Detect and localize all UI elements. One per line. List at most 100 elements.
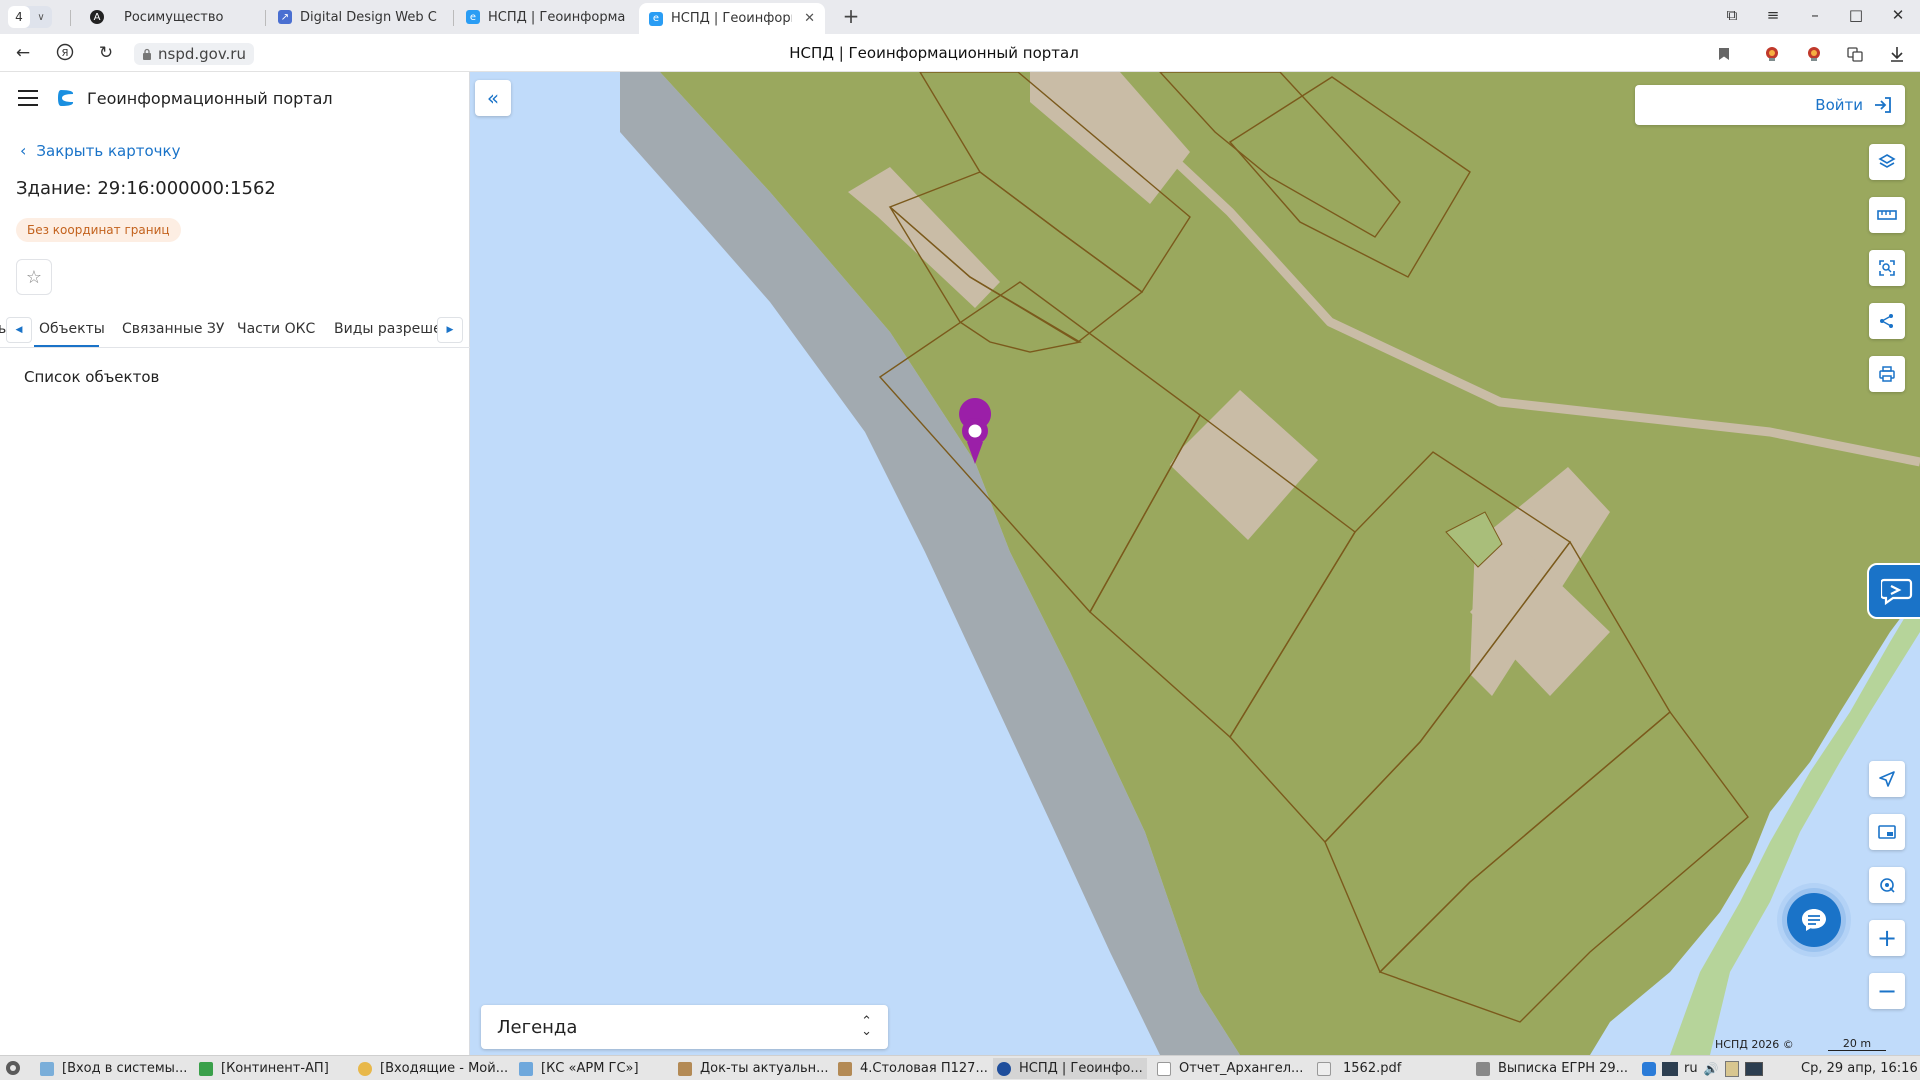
taskbar-label: 1562.pdf (1343, 1061, 1402, 1076)
pdf-icon (1317, 1061, 1331, 1076)
tab-oks-parts[interactable]: Части ОКС (237, 321, 315, 337)
display-icon[interactable] (1744, 1061, 1763, 1076)
locate-icon (1880, 878, 1895, 893)
taskbar-item[interactable]: [Континент-АП] (195, 1058, 333, 1079)
network-tray-icon[interactable] (1662, 1061, 1678, 1076)
browser-tab-digital-design[interactable]: ↗ Digital Design Web Clie (268, 3, 448, 31)
nspd-logo-icon: e (466, 10, 480, 24)
hamburger-menu-icon[interactable] (18, 90, 38, 106)
taskbar-label: [Континент-АП] (221, 1061, 329, 1076)
app-icon (519, 1061, 533, 1076)
tab-title: НСПД | Геоинформаци (488, 9, 626, 25)
tab-scroll-right-icon[interactable]: ▶ (437, 317, 463, 343)
feedback-icon (1881, 578, 1913, 606)
help-button[interactable] (1867, 563, 1920, 619)
close-card-link[interactable]: ‹ Закрыть карточку (20, 141, 180, 160)
layers-icon (1878, 154, 1896, 168)
close-window-icon[interactable]: ✕ (1886, 6, 1910, 24)
app-icon (199, 1061, 213, 1076)
zoom-in-button[interactable]: + (1869, 920, 1905, 956)
folder-icon (678, 1061, 692, 1076)
chat-icon (1802, 909, 1826, 931)
minimap-button[interactable] (1869, 814, 1905, 850)
taskbar-item[interactable]: Выписка ЕГРН 29... (1472, 1058, 1632, 1079)
chat-button[interactable] (1787, 893, 1841, 947)
language-indicator[interactable]: ru (1684, 1061, 1698, 1076)
portal-title: Геоинформационный портал (87, 89, 333, 108)
tab-separator (70, 10, 71, 26)
tab-count: 4 (8, 6, 30, 28)
area-select-button[interactable] (1869, 250, 1905, 286)
picture-in-picture-icon (1878, 825, 1896, 839)
taskbar-item[interactable]: [КС «АРМ ГС»] (515, 1058, 643, 1079)
taskbar-item-active[interactable]: НСПД | Геоинфо... (993, 1058, 1147, 1079)
taskbar-label: 4.Столовая П127... (860, 1061, 988, 1076)
ruler-icon (1877, 210, 1897, 220)
tab-counter[interactable]: 4 ∨ (8, 6, 52, 28)
tab-title: Росимущество (124, 9, 224, 25)
taskbar-label: [Входящие - Мой... (380, 1061, 509, 1076)
taskbar-item[interactable]: Отчет_Архангел... (1153, 1058, 1307, 1079)
taskbar-label: Выписка ЕГРН 29... (1498, 1061, 1629, 1076)
login-icon (1875, 97, 1891, 113)
browser-icon (997, 1061, 1011, 1076)
legend-label: Легенда (497, 1016, 578, 1038)
extension-icon[interactable] (1760, 42, 1784, 66)
app-icon (40, 1061, 54, 1076)
download-icon[interactable] (1885, 42, 1909, 66)
map-canvas[interactable]: « Войти + − Легенда ⌃ ⌄ НСПД 2026 © 20 m (470, 72, 1920, 1055)
volume-icon[interactable]: 🔊 (1704, 1062, 1719, 1076)
chevron-left-icon: ‹ (20, 141, 27, 160)
app-icon (1476, 1061, 1490, 1076)
browser-tab-strip: 4 ∨ A Росимущество ↗ Digital Design Web … (0, 0, 1920, 34)
tab-title: Digital Design Web Clie (300, 9, 438, 25)
new-tab-button[interactable]: + (838, 4, 864, 30)
translate-icon[interactable] (1843, 42, 1867, 66)
bookmark-icon[interactable] (1712, 42, 1736, 66)
taskbar-item[interactable]: [Вход в системы... (36, 1058, 191, 1079)
taskbar-label: [КС «АРМ ГС»] (541, 1061, 639, 1076)
collapse-panel-button[interactable]: « (475, 80, 511, 116)
clock[interactable]: Ср, 29 апр, 16:16 (1801, 1058, 1918, 1079)
taskbar-item[interactable]: 4.Столовая П127... (834, 1058, 992, 1079)
browser-tab-rosimushchestvo[interactable]: A Росимущество (80, 3, 260, 31)
login-button[interactable]: Войти (1635, 85, 1905, 125)
close-card-label: Закрыть карточку (36, 141, 181, 160)
navigate-button[interactable] (1869, 761, 1905, 797)
share-icon (1880, 314, 1893, 328)
collections-icon[interactable]: ⧉ (1720, 6, 1744, 24)
land-area (620, 72, 1920, 1055)
extension-icon[interactable] (1802, 42, 1826, 66)
browser-tab-nspd-active[interactable]: e НСПД | Геоинформа ✕ (639, 3, 825, 34)
shield-logo-icon: A (90, 10, 104, 24)
taskbar-item[interactable]: [Входящие - Мой... (354, 1058, 512, 1079)
chevron-down-icon[interactable]: ∨ (30, 12, 52, 23)
zoom-out-button[interactable]: − (1869, 973, 1905, 1009)
taskbar-item[interactable]: 1562.pdf (1313, 1058, 1405, 1079)
close-tab-icon[interactable]: ✕ (804, 11, 815, 26)
maximize-icon[interactable]: □ (1844, 6, 1868, 24)
browser-tab-nspd-1[interactable]: e НСПД | Геоинформаци (456, 3, 636, 31)
taskbar-label: Док-ты актуальн... (700, 1061, 829, 1076)
legend-panel[interactable]: Легенда ⌃ ⌄ (481, 1005, 888, 1049)
object-title: Здание: 29:16:000000:1562 (16, 178, 276, 199)
minimize-icon[interactable]: – (1803, 6, 1827, 24)
layers-button[interactable] (1869, 144, 1905, 180)
print-button[interactable] (1869, 356, 1905, 392)
favorite-star-button[interactable]: ☆ (16, 259, 52, 295)
taskbar-item[interactable]: Док-ты актуальн... (674, 1058, 833, 1079)
tab-related-land[interactable]: Связанные ЗУ (122, 321, 224, 337)
start-menu-icon[interactable] (2, 1057, 24, 1079)
shield-tray-icon[interactable] (1642, 1061, 1656, 1076)
navigate-icon (1879, 771, 1895, 787)
tab-scroll-left-icon[interactable]: ◀ (6, 317, 32, 343)
menu-icon[interactable]: ≡ (1761, 6, 1785, 24)
system-tray: ru 🔊 (1642, 1058, 1763, 1079)
share-button[interactable] (1869, 303, 1905, 339)
locate-button[interactable] (1869, 867, 1905, 903)
print-icon (1879, 366, 1895, 382)
login-label: Войти (1815, 96, 1863, 114)
clipboard-icon[interactable] (1724, 1060, 1739, 1077)
tab-objects[interactable]: Объекты (39, 321, 105, 345)
ruler-button[interactable] (1869, 197, 1905, 233)
